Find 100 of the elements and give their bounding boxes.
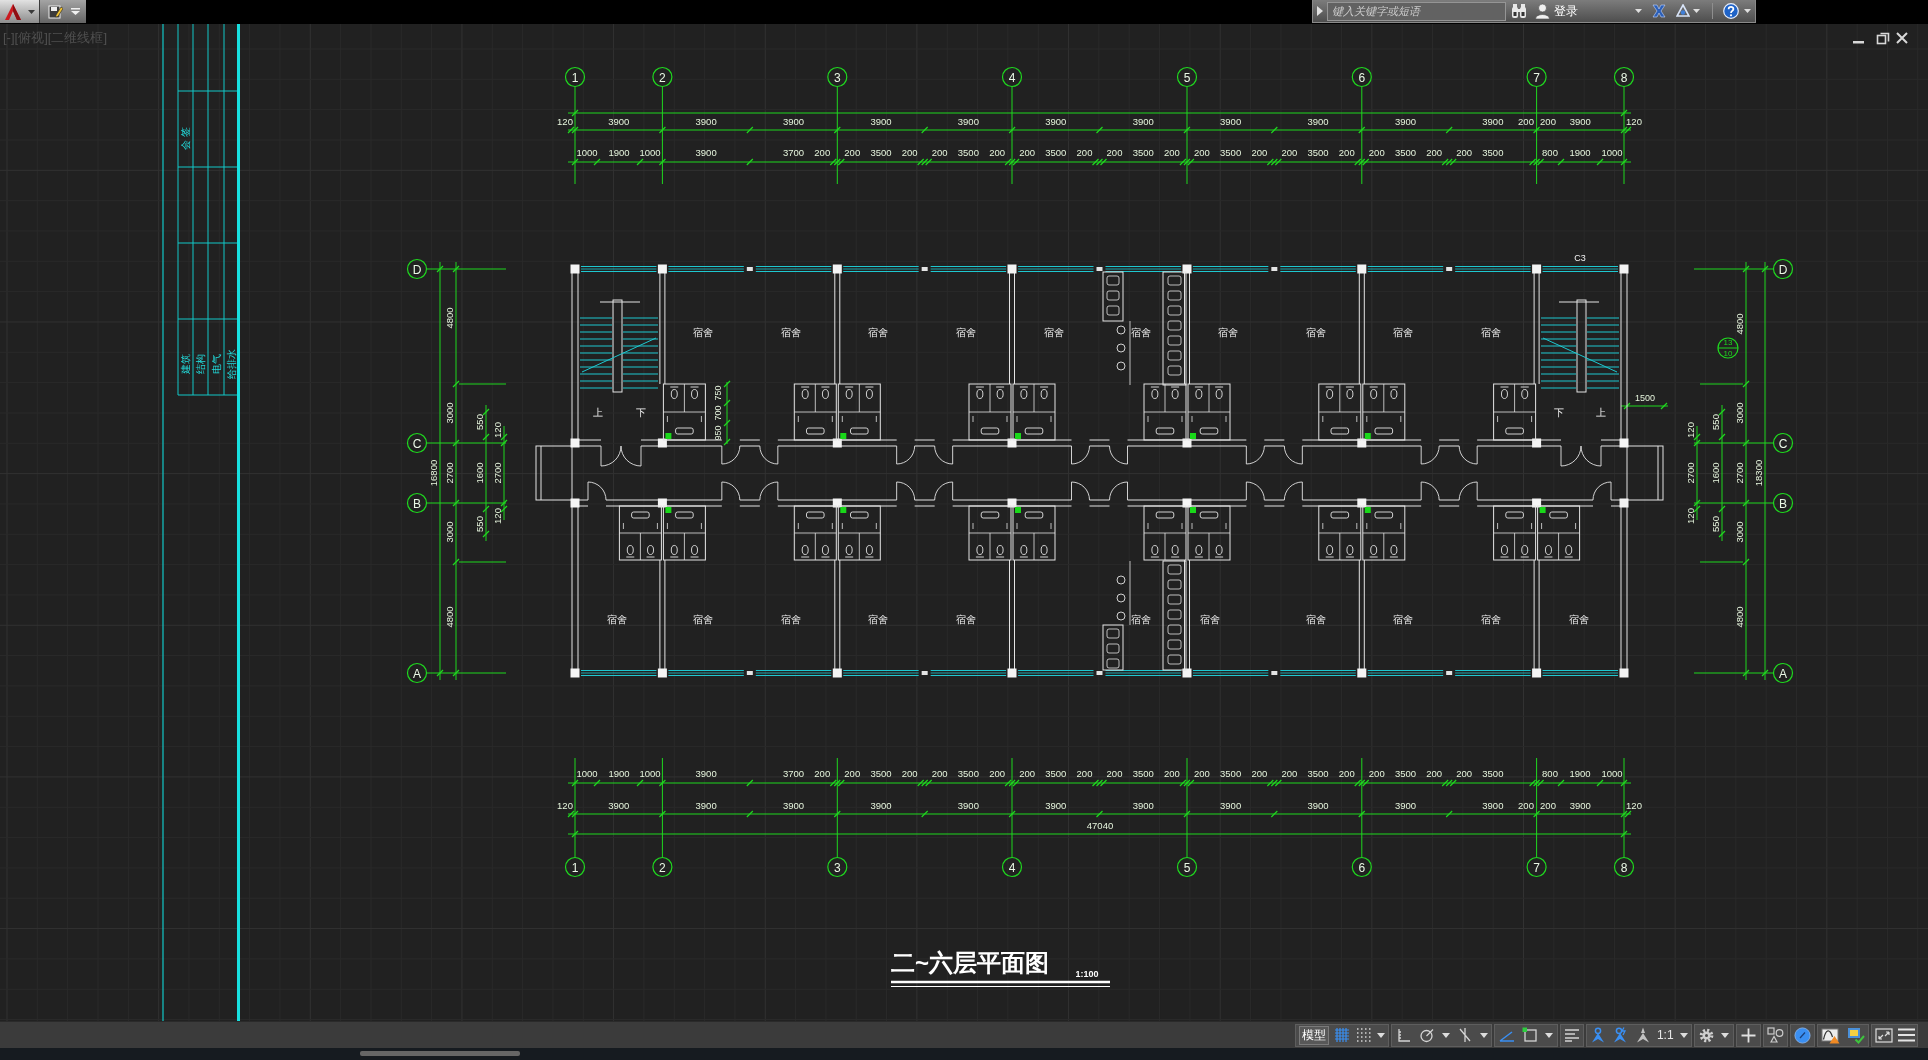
dimension-text: 3900 [695, 146, 717, 158]
axis-bubble: 1 [564, 66, 586, 88]
axis-bubble: 7 [1526, 856, 1547, 878]
minimize-button[interactable] [1853, 41, 1864, 44]
search-field[interactable]: 键入关键字或短语 [1327, 1, 1506, 21]
room-label: 宿舍 [1131, 613, 1151, 625]
monitor-check-icon[interactable] [1846, 1026, 1865, 1044]
dimension-text: 200 [989, 146, 1005, 158]
dimension-text: 3500 [1132, 767, 1154, 779]
arrow-icon[interactable] [1316, 6, 1324, 16]
sign-in-button[interactable]: 登录 [1532, 1, 1645, 21]
settings-icon[interactable] [1698, 1027, 1714, 1043]
dimension-text: 200 [1426, 767, 1443, 779]
x-shape-icon[interactable] [1652, 4, 1666, 18]
title-block-label: 给排水 [225, 349, 237, 379]
caret-icon[interactable] [1744, 9, 1751, 13]
restore-button[interactable] [1876, 32, 1890, 45]
dimension-text: 4800 [1733, 606, 1745, 628]
dimension-text: 200 [1281, 146, 1298, 158]
axis-bubble: B [406, 492, 428, 514]
axis-bubble: 6 [1351, 66, 1372, 88]
bathroom-drawing [793, 505, 837, 561]
dimension-text: 1900 [1569, 146, 1591, 158]
extension-line [1699, 561, 1744, 563]
help-icon[interactable] [1723, 3, 1739, 19]
dimension-text: 3900 [1045, 115, 1067, 127]
dimension-text: 200 [1518, 799, 1534, 811]
dimension-text: 200 [1426, 146, 1443, 158]
stair-direction-label: 上 [1596, 406, 1606, 418]
circle-ray-icon[interactable] [1418, 1027, 1435, 1043]
floppy-disk-pencil-icon[interactable] [48, 4, 63, 19]
caret-icon[interactable] [1721, 1032, 1730, 1038]
right-angle-icon[interactable] [1395, 1027, 1412, 1043]
caret-icon[interactable] [1693, 9, 1700, 13]
scrollbar-thumb[interactable] [360, 1051, 520, 1056]
caret-icon[interactable] [1545, 1032, 1554, 1038]
room-label: 宿舍 [956, 613, 976, 625]
axis-bubble: 6 [1351, 856, 1372, 878]
dimension-text: 3500 [1482, 767, 1504, 779]
dimension-text: 200 [1019, 146, 1035, 158]
caret-icon[interactable] [1441, 1032, 1450, 1038]
dimension-text: 200 [1251, 146, 1268, 158]
menu-icon[interactable] [1897, 1028, 1915, 1042]
dimension-text: 200 [1368, 767, 1385, 779]
caret-icon[interactable] [1377, 1032, 1386, 1038]
dimension-text: 200 [931, 146, 948, 158]
dimension-text: 3900 [1569, 115, 1591, 127]
dimension-text: 200 [814, 146, 831, 158]
dimension-text: 120 [491, 422, 503, 438]
bathroom-drawing [1187, 505, 1231, 561]
room-label: 宿舍 [1393, 613, 1413, 625]
figure-bolt-icon[interactable] [1612, 1027, 1629, 1043]
dimension-text: 3900 [695, 799, 717, 811]
bathroom-drawing [1493, 505, 1537, 561]
bathroom-drawing [618, 505, 662, 561]
square-corner-icon[interactable] [1522, 1027, 1538, 1043]
caret-icon[interactable] [71, 8, 80, 15]
dimension-text: 3900 [1569, 799, 1591, 811]
bathroom-drawing [1143, 383, 1187, 441]
room-label: 宿舍 [1306, 326, 1326, 338]
caret-icon[interactable] [1679, 1032, 1688, 1038]
dimension-text: 200 [1338, 146, 1355, 158]
dimension-text: 3500 [870, 767, 892, 779]
detail-marker: 13 10 [1717, 337, 1739, 359]
dimension-text: 3900 [1307, 115, 1329, 127]
model-tab[interactable]: 模型 [1298, 1025, 1329, 1045]
dimension-text: 200 [1106, 767, 1123, 779]
room-label: 宿舍 [1200, 613, 1220, 625]
dimension-text: 3900 [695, 115, 717, 127]
dimension-text: 3900 [1394, 115, 1417, 127]
drawing-title: 二~六层平面图 [891, 948, 1049, 976]
title-block-label: 会签 [180, 124, 191, 150]
bathroom-drawing [1537, 505, 1581, 561]
plus-icon[interactable] [1741, 1027, 1756, 1043]
expand-arrows-icon[interactable] [1874, 1027, 1893, 1043]
dimension-text: 1000 [1601, 767, 1623, 779]
annotation-scale-button[interactable]: 1:1 [1656, 1029, 1674, 1041]
axis-bubble: 7 [1526, 66, 1547, 88]
bathroom-drawing [1143, 505, 1187, 561]
close-button[interactable] [1896, 32, 1908, 44]
room-label: 宿舍 [868, 613, 888, 625]
bathroom-drawing [1012, 505, 1056, 561]
dimension-text: 1000 [576, 767, 598, 779]
dimension-line [1620, 402, 1669, 410]
dimension-text: 1900 [608, 146, 630, 158]
dimension-text: 120 [557, 799, 573, 811]
window-tag: C3 [1574, 253, 1586, 263]
dimension-text: 3900 [695, 767, 717, 779]
chart-warning-icon[interactable] [1821, 1026, 1841, 1044]
dot-grid-icon[interactable] [1355, 1027, 1372, 1043]
application-menu-button[interactable] [0, 0, 40, 23]
binoculars-icon[interactable] [1511, 3, 1527, 19]
dimension-text: 200 [1540, 799, 1556, 811]
dimension-text: 200 [1281, 767, 1298, 779]
dimension-text: 3500 [1307, 146, 1329, 158]
dimension-text: 3900 [608, 799, 630, 811]
caret-icon[interactable] [1479, 1032, 1488, 1038]
lines-icon[interactable] [1564, 1028, 1580, 1042]
dimension-text: 120 [1626, 115, 1642, 127]
dimension-text: 3000 [1733, 402, 1745, 424]
